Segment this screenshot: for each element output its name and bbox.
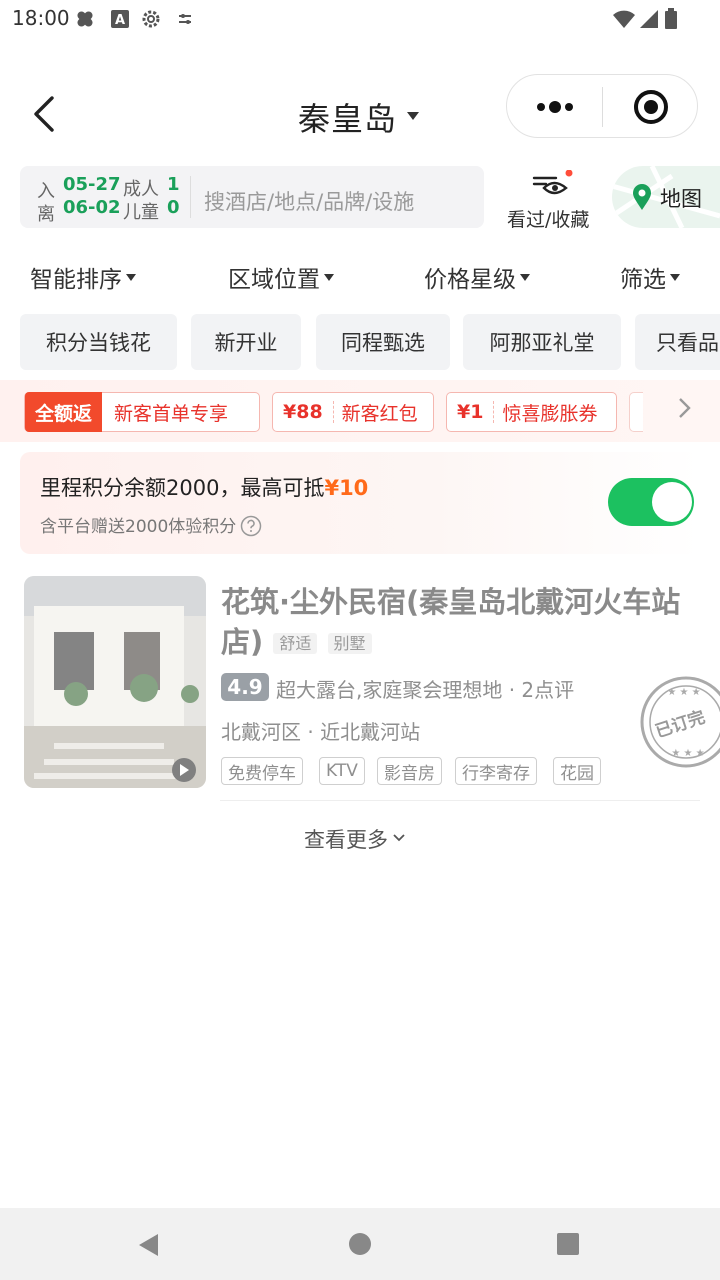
hotel-tag: 舒适: [273, 633, 318, 654]
caret-down-icon: [324, 274, 334, 281]
sort-tab-label: 筛选: [620, 267, 666, 293]
coupon-amount: ¥88: [273, 401, 334, 423]
points-amount: ¥10: [324, 476, 369, 500]
hotel-tag: 别墅: [327, 633, 372, 654]
checkout-date[interactable]: 06-02: [63, 197, 121, 218]
coupon-first-order[interactable]: 全额返 新客首单专享: [24, 392, 260, 432]
chip-only-brand[interactable]: 只看品: [635, 314, 720, 370]
points-title: 里程积分余额2000，最高可抵¥10: [40, 472, 368, 502]
chevron-down-icon: [393, 834, 405, 842]
nav-recents-icon[interactable]: [556, 1232, 580, 1256]
checkin-date[interactable]: 05-27: [63, 174, 121, 195]
help-question-icon[interactable]: [240, 515, 262, 537]
search-input[interactable]: 搜酒店/地点/品牌/设施: [204, 186, 414, 216]
children-count[interactable]: 0: [167, 197, 180, 218]
chip-aranya[interactable]: 阿那亚礼堂: [463, 314, 621, 370]
hotel-image[interactable]: [24, 576, 206, 788]
svg-text:★ ★ ★: ★ ★ ★: [667, 687, 700, 698]
font-a-icon: A: [111, 10, 129, 28]
signal-icon: [640, 10, 658, 28]
seen-favorites-label[interactable]: 看过/收藏: [507, 205, 589, 232]
miniapp-capsule: [506, 74, 698, 138]
full-refund-badge: 全额返: [25, 392, 103, 432]
hotel-score-desc: 超大露台,家庭聚会理想地 · 2点评: [276, 678, 575, 702]
bandage-icon: [77, 11, 93, 27]
chip-new-open[interactable]: 新开业: [191, 314, 301, 370]
hotel-location: 北戴河区 · 近北戴河站: [221, 720, 421, 744]
svg-text:★ ★ ★: ★ ★ ★: [671, 748, 704, 759]
points-subtitle-text: 含平台赠送2000体验积分: [40, 517, 237, 537]
caret-down-icon: [126, 274, 136, 281]
sort-tab-label: 区域位置: [228, 267, 320, 293]
facility-tag: 影音房: [377, 757, 442, 785]
close-target-icon[interactable]: [633, 89, 669, 125]
adults-count[interactable]: 1: [167, 174, 180, 195]
children-label: 儿童: [123, 202, 159, 223]
facility-tag: KTV: [319, 757, 365, 785]
nav-home-icon[interactable]: [348, 1232, 372, 1256]
facility-tag: 免费停车: [221, 757, 303, 785]
tune-icon: [179, 14, 191, 24]
coupon-label: 惊喜膨胀券: [502, 402, 598, 425]
eye-icon: [532, 170, 573, 195]
sort-tab-area[interactable]: 区域位置: [228, 260, 334, 294]
coupon-surprise[interactable]: ¥1 惊喜膨胀券: [446, 392, 617, 432]
card-divider: [220, 800, 700, 801]
nav-back-icon[interactable]: [136, 1232, 162, 1258]
capsule-divider: [602, 87, 603, 127]
points-title-text: 里程积分余额2000，最高可抵: [40, 476, 325, 500]
sort-tab-price[interactable]: 价格星级: [424, 260, 530, 294]
more-dots-icon[interactable]: [535, 97, 575, 117]
title-caret-icon[interactable]: [407, 112, 419, 120]
coupon-amount: ¥1: [447, 401, 495, 423]
location-pin-icon: [633, 184, 651, 210]
sort-tab-smart[interactable]: 智能排序: [30, 260, 136, 294]
status-time: 18:00: [12, 6, 70, 30]
view-more-label: 查看更多: [304, 828, 388, 852]
page-title[interactable]: 秦皇岛: [298, 94, 397, 140]
coupon-label: 新客首单专享: [114, 402, 229, 425]
caret-down-icon: [670, 274, 680, 281]
sort-tab-label: 智能排序: [30, 267, 122, 293]
sort-tab-label: 价格星级: [424, 267, 516, 293]
coupon-new-user[interactable]: ¥88 新客红包: [272, 392, 434, 432]
checkout-label: 离: [37, 204, 55, 225]
map-label: 地图: [660, 187, 702, 211]
points-card: [20, 452, 700, 554]
settings-gear-icon: [142, 10, 160, 28]
toggle-knob[interactable]: [652, 482, 692, 522]
points-subtitle: 含平台赠送2000体验积分: [40, 512, 262, 537]
back-arrow-icon[interactable]: [26, 92, 66, 136]
chip-selected[interactable]: 同程甄选: [316, 314, 450, 370]
battery-icon: [665, 8, 677, 29]
hotel-score: 4.9: [221, 673, 269, 701]
sort-tab-filter[interactable]: 筛选: [620, 260, 680, 294]
chip-points[interactable]: 积分当钱花: [20, 314, 177, 370]
hotel-name[interactable]: 花筑·尘外民宿(秦皇岛北戴河火车站店) 舒适 别墅: [221, 582, 691, 664]
view-more-button[interactable]: 查看更多: [304, 824, 406, 854]
map-button[interactable]: 地图: [612, 166, 720, 228]
status-bar: 18:00 A: [0, 0, 720, 40]
search-divider: [190, 176, 191, 218]
facility-tag: 行李寄存: [455, 757, 537, 785]
hotel-photo-illustration: [24, 576, 206, 788]
sold-out-stamp: ★ ★ ★ ★ ★ ★ 已订完: [630, 672, 720, 772]
caret-down-icon: [520, 274, 530, 281]
svg-text:A: A: [115, 13, 125, 28]
chevron-right-icon[interactable]: [674, 394, 694, 422]
coupon-label: 新客红包: [341, 402, 418, 425]
coupon-overflow: [629, 392, 643, 432]
system-nav-bar: [0, 1208, 720, 1280]
wifi-icon: [613, 10, 635, 28]
facility-tag: 花园: [553, 757, 601, 785]
